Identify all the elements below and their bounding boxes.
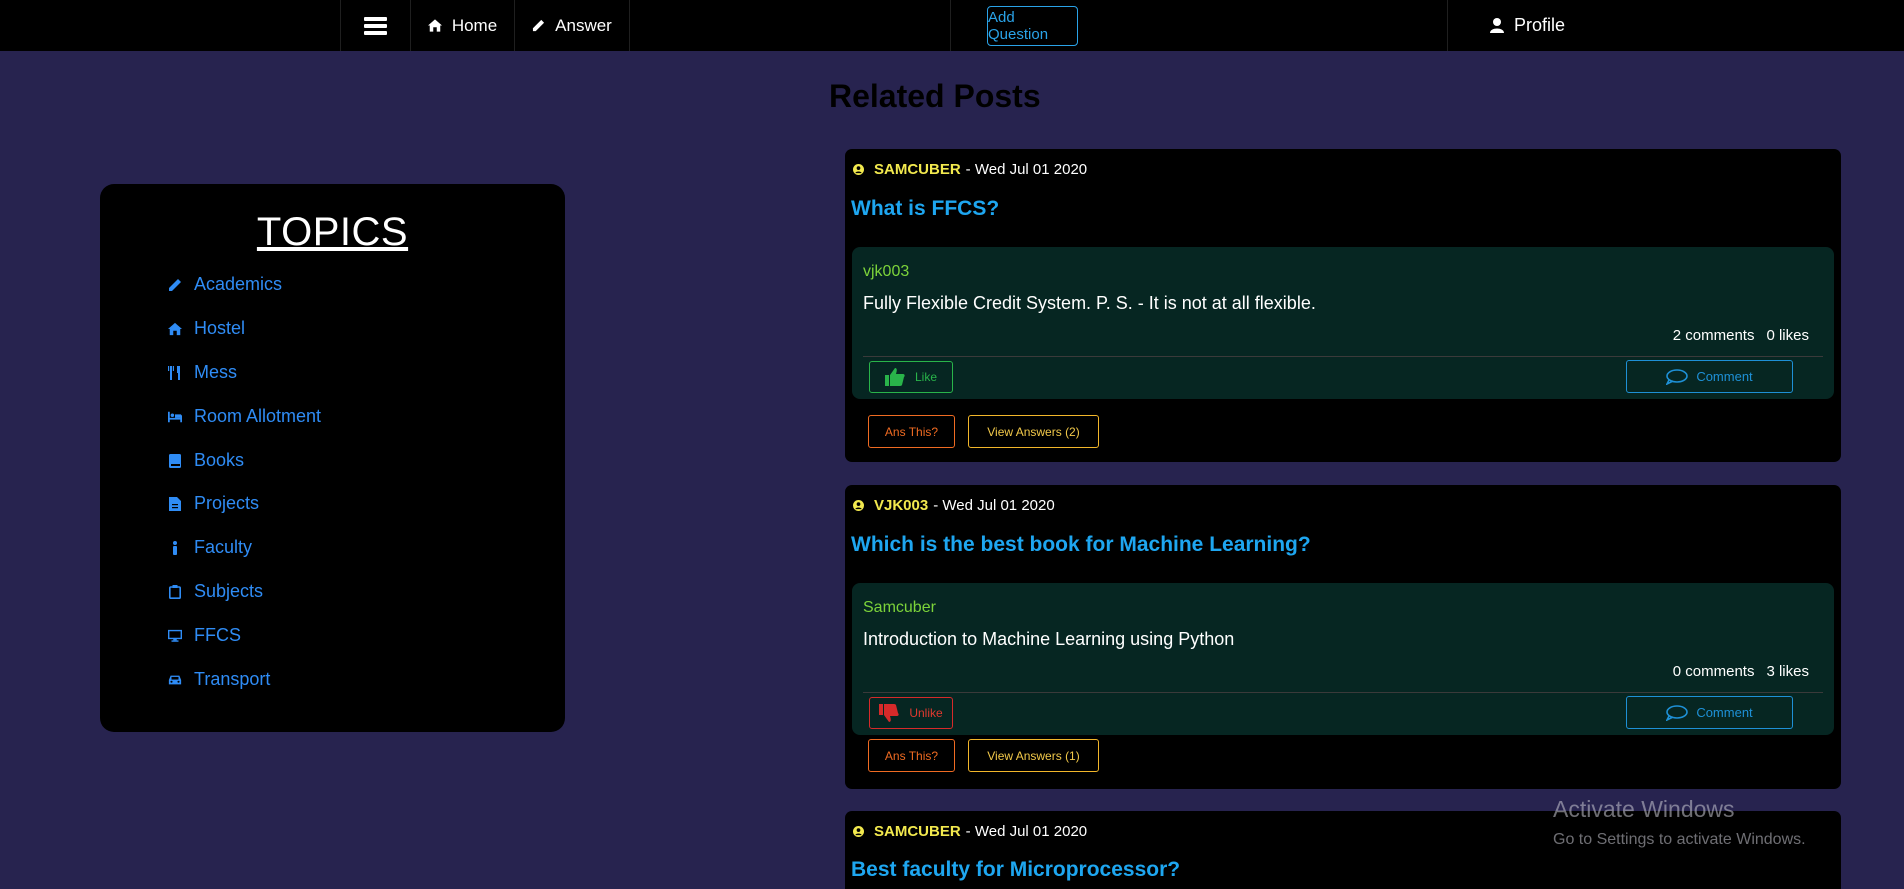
bed-icon <box>168 411 182 422</box>
topic-subjects[interactable]: Subjects <box>168 581 263 602</box>
add-question-wrapper: Add Question <box>950 0 1078 51</box>
comment-icon <box>1666 704 1689 721</box>
nav-answer-label: Answer <box>555 15 612 35</box>
topic-faculty[interactable]: Faculty <box>168 537 252 558</box>
topic-label: Subjects <box>194 581 264 601</box>
person-icon <box>173 540 177 555</box>
like-count: 3 likes <box>1766 663 1809 680</box>
topic-label: Books <box>194 450 245 470</box>
topic-room-allotment[interactable]: Room Allotment <box>168 406 321 427</box>
topic-projects[interactable]: Projects <box>168 493 259 514</box>
topic-label: Mess <box>194 362 238 382</box>
menu-toggle-button[interactable] <box>340 0 410 51</box>
pencil-icon <box>533 19 545 32</box>
topic-academics[interactable]: Academics <box>168 274 282 295</box>
user-circle-icon <box>853 500 864 511</box>
answer-this-button[interactable]: Ans This? <box>868 415 955 448</box>
activate-windows-watermark: Activate Windows Go to Settings to activ… <box>1553 796 1806 849</box>
watermark-title: Activate Windows <box>1553 796 1735 822</box>
post-card: SAMCUBER - Wed Jul 01 2020 What is FFCS?… <box>845 149 1841 462</box>
post-author[interactable]: SAMCUBER <box>874 823 961 840</box>
post-question-title[interactable]: What is FFCS? <box>851 197 999 221</box>
nav-profile-label: Profile <box>1513 15 1566 35</box>
comment-count: 2 comments <box>1672 327 1755 344</box>
topic-label: FFCS <box>194 625 241 645</box>
clipboard-icon <box>169 584 181 599</box>
topic-ffcs[interactable]: FFCS <box>168 625 241 646</box>
topic-label: Projects <box>194 493 260 513</box>
thumbs-down-icon <box>879 704 899 722</box>
comment-label: Comment <box>1696 705 1753 720</box>
topic-mess[interactable]: Mess <box>168 362 237 383</box>
nav-home-label: Home <box>451 15 498 35</box>
topic-label: Academics <box>194 274 283 294</box>
utensils-icon <box>168 365 180 380</box>
topic-hostel[interactable]: Hostel <box>168 318 245 339</box>
hamburger-icon <box>364 14 387 38</box>
post-meta: VJK003 - Wed Jul 01 2020 <box>853 497 1055 514</box>
post-question-title[interactable]: Which is the best book for Machine Learn… <box>851 533 1311 557</box>
post-author[interactable]: SAMCUBER <box>874 161 961 178</box>
topic-label: Transport <box>194 669 271 689</box>
answer-user[interactable]: vjk003 <box>863 263 909 281</box>
post-date: - Wed Jul 01 2020 <box>965 161 1088 178</box>
comment-label: Comment <box>1696 369 1753 384</box>
user-icon <box>1489 18 1504 33</box>
topic-label: Faculty <box>194 537 253 557</box>
thumbs-up-icon <box>884 368 905 386</box>
nav-answer-link[interactable]: Answer <box>514 0 630 51</box>
unlike-label: Unlike <box>909 706 943 720</box>
add-question-button[interactable]: Add Question <box>987 5 1078 46</box>
comment-icon <box>1666 368 1689 385</box>
post-meta: SAMCUBER - Wed Jul 01 2020 <box>853 823 1087 840</box>
answer-text: Fully Flexible Credit System. P. S. - It… <box>863 293 1316 313</box>
comment-button[interactable]: Comment <box>1626 360 1793 393</box>
post-author[interactable]: VJK003 <box>874 497 928 514</box>
comment-button[interactable]: Comment <box>1626 696 1793 729</box>
home-icon <box>168 322 182 335</box>
answer-stats: 2 comments 0 likes <box>1673 327 1809 344</box>
desktop-icon <box>168 629 182 642</box>
unlike-button[interactable]: Unlike <box>869 697 953 729</box>
topics-title: TOPICS <box>256 210 409 254</box>
nav-profile-link[interactable]: Profile <box>1447 0 1607 51</box>
answer-text: Introduction to Machine Learning using P… <box>863 629 1235 649</box>
like-button[interactable]: Like <box>869 361 953 393</box>
post-card: VJK003 - Wed Jul 01 2020 Which is the be… <box>845 485 1841 789</box>
divider <box>863 356 1823 357</box>
post-meta: SAMCUBER - Wed Jul 01 2020 <box>853 161 1087 178</box>
topic-label: Hostel <box>194 318 246 338</box>
answer-stats: 0 comments 3 likes <box>1673 663 1809 680</box>
answer-this-button[interactable]: Ans This? <box>868 739 955 772</box>
pencil-icon <box>169 278 181 291</box>
answer-user[interactable]: Samcuber <box>863 599 936 617</box>
watermark-subtitle: Go to Settings to activate Windows. <box>1553 831 1806 848</box>
post-date: - Wed Jul 01 2020 <box>933 497 1055 514</box>
nav-home-link[interactable]: Home <box>410 0 514 51</box>
view-answers-button[interactable]: View Answers (2) <box>968 415 1099 448</box>
answer-box: Samcuber Introduction to Machine Learnin… <box>852 583 1834 735</box>
topics-panel: TOPICS Academics Hostel Mess Room Allotm… <box>100 184 565 732</box>
like-count: 0 likes <box>1766 327 1809 344</box>
post-question-title[interactable]: Best faculty for Microprocessor? <box>851 858 1180 882</box>
book-icon <box>169 453 181 468</box>
like-label: Like <box>914 370 937 384</box>
topic-label: Room Allotment <box>194 406 322 426</box>
view-answers-button[interactable]: View Answers (1) <box>968 739 1099 772</box>
user-circle-icon <box>853 826 864 837</box>
section-title: Related Posts <box>829 78 1041 114</box>
divider <box>863 692 1823 693</box>
user-circle-icon <box>853 164 864 175</box>
answer-box: vjk003 Fully Flexible Credit System. P. … <box>852 247 1834 399</box>
topic-transport[interactable]: Transport <box>168 669 270 690</box>
topic-books[interactable]: Books <box>168 450 244 471</box>
home-icon <box>427 19 442 32</box>
car-icon <box>168 675 182 684</box>
file-icon <box>169 496 181 511</box>
post-date: - Wed Jul 01 2020 <box>965 823 1088 840</box>
comment-count: 0 comments <box>1672 663 1755 680</box>
top-navbar: Home Answer Add Question Profile <box>0 0 1904 51</box>
